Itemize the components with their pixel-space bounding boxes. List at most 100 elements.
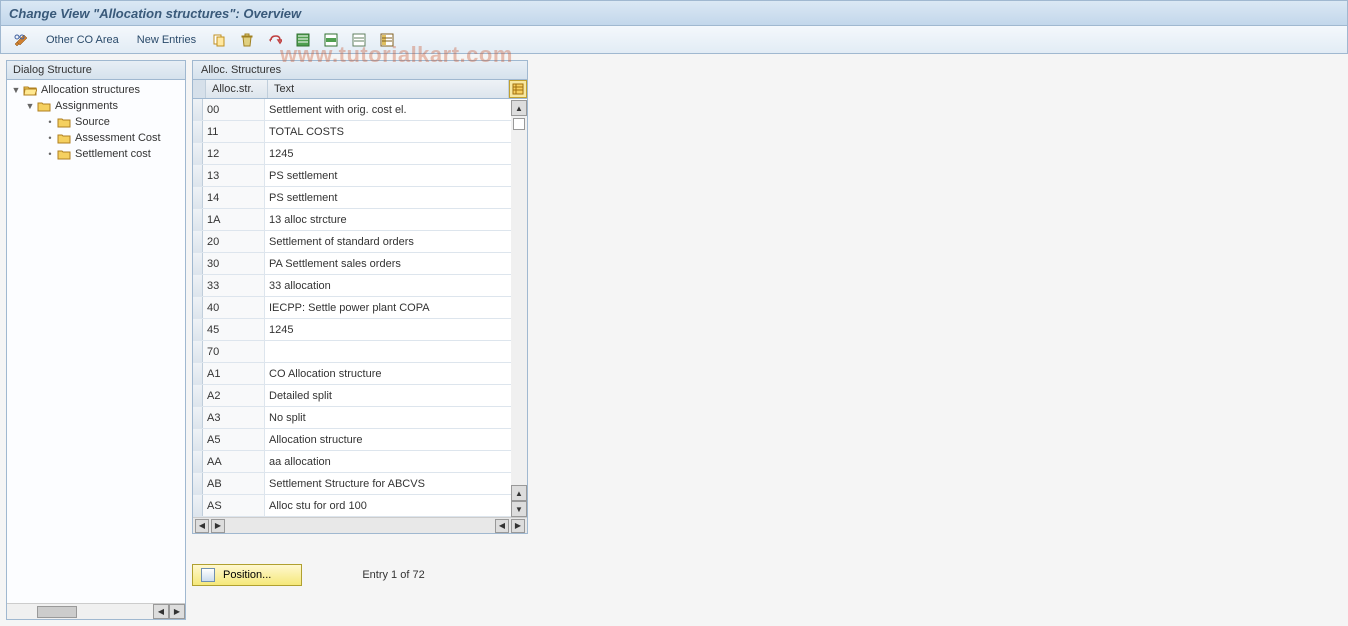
table-row[interactable]: ABSettlement Structure for ABCVS (193, 473, 527, 495)
select-all-button[interactable] (291, 30, 315, 50)
row-selector[interactable] (193, 407, 203, 428)
row-selector[interactable] (193, 495, 203, 516)
cell-code[interactable]: A5 (203, 429, 265, 450)
cell-text[interactable]: 13 alloc strcture (265, 209, 527, 230)
cell-code[interactable]: AA (203, 451, 265, 472)
scroll-right-arrow[interactable]: ▶ (169, 604, 185, 619)
row-selector-header[interactable] (193, 80, 206, 98)
tree-item-settlement-cost[interactable]: • Settlement cost (7, 146, 185, 162)
row-selector[interactable] (193, 297, 203, 318)
table-row[interactable]: 14PS settlement (193, 187, 527, 209)
cell-code[interactable]: 20 (203, 231, 265, 252)
other-co-area-button[interactable]: Other CO Area (39, 30, 126, 50)
cell-text[interactable]: aa allocation (265, 451, 527, 472)
table-row[interactable]: A5Allocation structure (193, 429, 527, 451)
tree-item-assessment-cost[interactable]: • Assessment Cost (7, 130, 185, 146)
scroll-up-arrow[interactable]: ▲ (511, 100, 527, 116)
table-row[interactable]: 30PA Settlement sales orders (193, 253, 527, 275)
expand-toggle-icon[interactable]: ▼ (25, 101, 35, 111)
row-selector[interactable] (193, 99, 203, 120)
cell-code[interactable]: 33 (203, 275, 265, 296)
scroll-down-arrow[interactable]: ▼ (511, 501, 527, 517)
scrollbar-track[interactable] (511, 116, 527, 485)
table-config-button[interactable] (509, 80, 527, 98)
cell-code[interactable]: 30 (203, 253, 265, 274)
table-row[interactable]: 20Settlement of standard orders (193, 231, 527, 253)
table-row[interactable]: 70 (193, 341, 527, 363)
cell-code[interactable]: A1 (203, 363, 265, 384)
row-selector[interactable] (193, 275, 203, 296)
cell-code[interactable]: 1A (203, 209, 265, 230)
scrollbar-track[interactable] (7, 604, 153, 619)
cell-text[interactable] (265, 341, 527, 362)
table-row[interactable]: 121245 (193, 143, 527, 165)
deselect-all-button[interactable] (347, 30, 371, 50)
cell-text[interactable]: 1245 (265, 143, 527, 164)
column-header-code[interactable]: Alloc.str. (206, 80, 268, 98)
cell-text[interactable]: PS settlement (265, 165, 527, 186)
cell-text[interactable]: IECPP: Settle power plant COPA (265, 297, 527, 318)
cell-code[interactable]: 13 (203, 165, 265, 186)
config-button[interactable] (375, 30, 399, 50)
row-selector[interactable] (193, 209, 203, 230)
cell-code[interactable]: 12 (203, 143, 265, 164)
scrollbar-thumb[interactable] (37, 606, 77, 618)
cell-text[interactable]: Settlement with orig. cost el. (265, 99, 527, 120)
cell-text[interactable]: Settlement Structure for ABCVS (265, 473, 527, 494)
delete-button[interactable] (235, 30, 259, 50)
cell-text[interactable]: 33 allocation (265, 275, 527, 296)
copy-button[interactable] (207, 30, 231, 50)
table-row[interactable]: 40IECPP: Settle power plant COPA (193, 297, 527, 319)
table-row[interactable]: 1A13 alloc strcture (193, 209, 527, 231)
new-entries-button[interactable]: New Entries (130, 30, 203, 50)
tree-item-allocation-structures[interactable]: ▼ Allocation structures (7, 82, 185, 98)
cell-text[interactable]: Allocation structure (265, 429, 527, 450)
scroll-up-arrow-2[interactable]: ▲ (511, 485, 527, 501)
table-row[interactable]: 13PS settlement (193, 165, 527, 187)
cell-text[interactable]: No split (265, 407, 527, 428)
cell-code[interactable]: 11 (203, 121, 265, 142)
table-row[interactable]: 00Settlement with orig. cost el. (193, 99, 527, 121)
cell-text[interactable]: 1245 (265, 319, 527, 340)
table-row[interactable]: 3333 allocation (193, 275, 527, 297)
tree-horizontal-scrollbar[interactable]: ◀ ▶ (7, 603, 185, 619)
expand-toggle-icon[interactable]: ▼ (11, 85, 21, 95)
row-selector[interactable] (193, 319, 203, 340)
row-selector[interactable] (193, 187, 203, 208)
table-row[interactable]: 11TOTAL COSTS (193, 121, 527, 143)
row-selector[interactable] (193, 253, 203, 274)
cell-text[interactable]: PS settlement (265, 187, 527, 208)
tree-item-assignments[interactable]: ▼ Assignments (7, 98, 185, 114)
row-selector[interactable] (193, 385, 203, 406)
row-selector[interactable] (193, 121, 203, 142)
scroll-right-arrow-2[interactable]: ▶ (511, 519, 525, 533)
row-selector[interactable] (193, 473, 203, 494)
cell-text[interactable]: TOTAL COSTS (265, 121, 527, 142)
select-block-button[interactable] (319, 30, 343, 50)
cell-code[interactable]: AB (203, 473, 265, 494)
scroll-left-arrow-2[interactable]: ◀ (495, 519, 509, 533)
cell-code[interactable]: 14 (203, 187, 265, 208)
column-header-text[interactable]: Text (268, 80, 509, 98)
tree-item-source[interactable]: • Source (7, 114, 185, 130)
undo-button[interactable] (263, 30, 287, 50)
cell-text[interactable]: CO Allocation structure (265, 363, 527, 384)
row-selector[interactable] (193, 363, 203, 384)
toggle-display-change-button[interactable] (9, 30, 35, 50)
table-row[interactable]: A3No split (193, 407, 527, 429)
position-button[interactable]: Position... (192, 564, 302, 586)
cell-code[interactable]: 40 (203, 297, 265, 318)
scroll-left-arrow[interactable]: ◀ (195, 519, 209, 533)
table-row[interactable]: A2Detailed split (193, 385, 527, 407)
row-selector[interactable] (193, 451, 203, 472)
scroll-right-arrow[interactable]: ▶ (211, 519, 225, 533)
table-row[interactable]: 451245 (193, 319, 527, 341)
cell-code[interactable]: 45 (203, 319, 265, 340)
scroll-marker-icon[interactable] (513, 118, 525, 130)
cell-text[interactable]: Alloc stu for ord 100 (265, 495, 527, 516)
row-selector[interactable] (193, 341, 203, 362)
table-vertical-scrollbar[interactable]: ▲ ▲ ▼ (511, 100, 527, 517)
table-horizontal-scrollbar[interactable]: ◀ ▶ ◀ ▶ (193, 517, 527, 533)
cell-code[interactable]: AS (203, 495, 265, 516)
cell-text[interactable]: PA Settlement sales orders (265, 253, 527, 274)
